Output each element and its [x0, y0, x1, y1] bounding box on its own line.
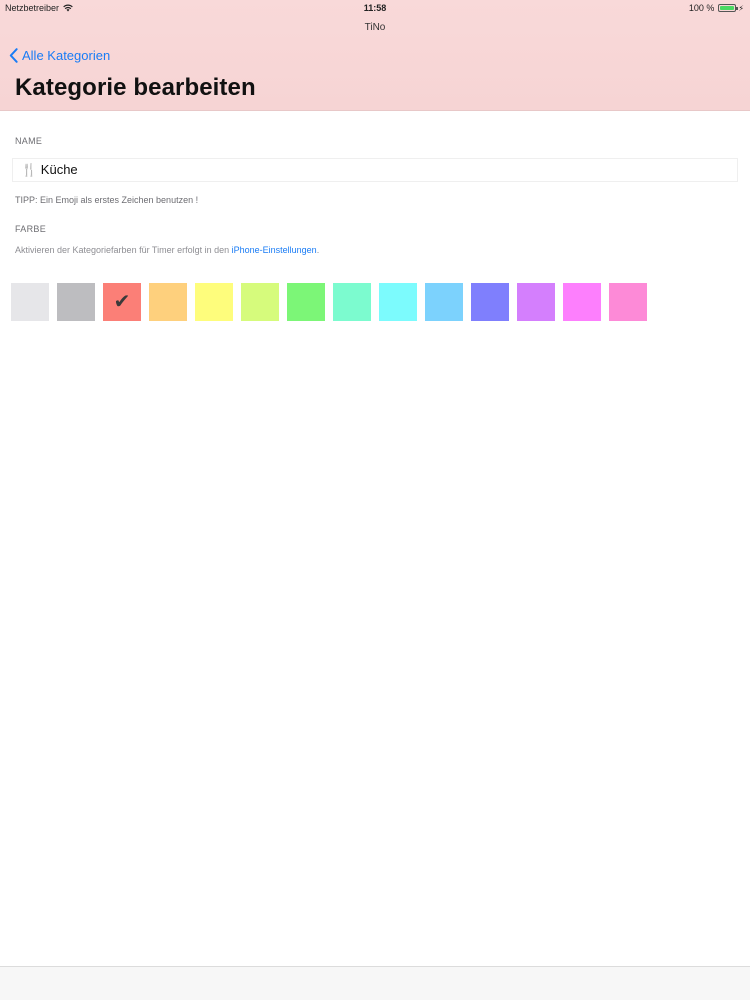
navigation-header: Netzbetreiber 11:58 100 % ⚡ TiNo Alle Ka… — [0, 0, 750, 111]
status-battery: 100 % ⚡ — [689, 3, 744, 13]
color-swatch-row: ✔ — [11, 283, 655, 321]
back-button-label: Alle Kategorien — [22, 48, 111, 63]
color-info-suffix: . — [316, 245, 320, 255]
color-section-label: FARBE — [15, 224, 47, 234]
color-swatch[interactable] — [471, 283, 509, 321]
battery-percent: 100 % — [688, 3, 715, 13]
color-swatch[interactable] — [57, 283, 95, 321]
checkmark-icon: ✔ — [113, 291, 131, 313]
color-swatch[interactable] — [241, 283, 279, 321]
charging-icon: ⚡ — [738, 3, 744, 13]
page-title: Kategorie bearbeiten — [15, 74, 256, 101]
name-field[interactable] — [12, 158, 738, 182]
name-input[interactable] — [21, 162, 721, 178]
app-name: TiNo — [364, 22, 386, 33]
iphone-settings-link[interactable]: iPhone-Einstellungen — [232, 245, 317, 255]
color-swatch[interactable] — [425, 283, 463, 321]
color-swatch[interactable] — [379, 283, 417, 321]
color-info-text: Aktivieren der Kategoriefarben für Timer… — [15, 245, 319, 255]
color-swatch[interactable] — [609, 283, 647, 321]
bottom-toolbar — [0, 966, 750, 1000]
screen: Netzbetreiber 11:58 100 % ⚡ TiNo Alle Ka… — [0, 0, 750, 1000]
color-swatch[interactable]: ✔ — [103, 283, 141, 321]
back-button[interactable]: Alle Kategorien — [9, 48, 110, 63]
color-swatch[interactable] — [11, 283, 49, 321]
color-swatch[interactable] — [563, 283, 601, 321]
color-swatch[interactable] — [287, 283, 325, 321]
chevron-left-icon — [9, 48, 18, 63]
status-time: 11:58 — [363, 3, 387, 13]
color-swatch[interactable] — [333, 283, 371, 321]
battery-icon — [718, 4, 739, 12]
name-tip: TIPP: Ein Emoji als erstes Zeichen benut… — [15, 195, 199, 205]
color-swatch[interactable] — [517, 283, 555, 321]
color-info-prefix: Aktivieren der Kategoriefarben für Timer… — [15, 245, 232, 255]
name-section-label: NAME — [15, 136, 43, 146]
color-swatch[interactable] — [149, 283, 187, 321]
color-swatch[interactable] — [195, 283, 233, 321]
status-bar: Netzbetreiber 11:58 100 % ⚡ — [0, 0, 750, 16]
